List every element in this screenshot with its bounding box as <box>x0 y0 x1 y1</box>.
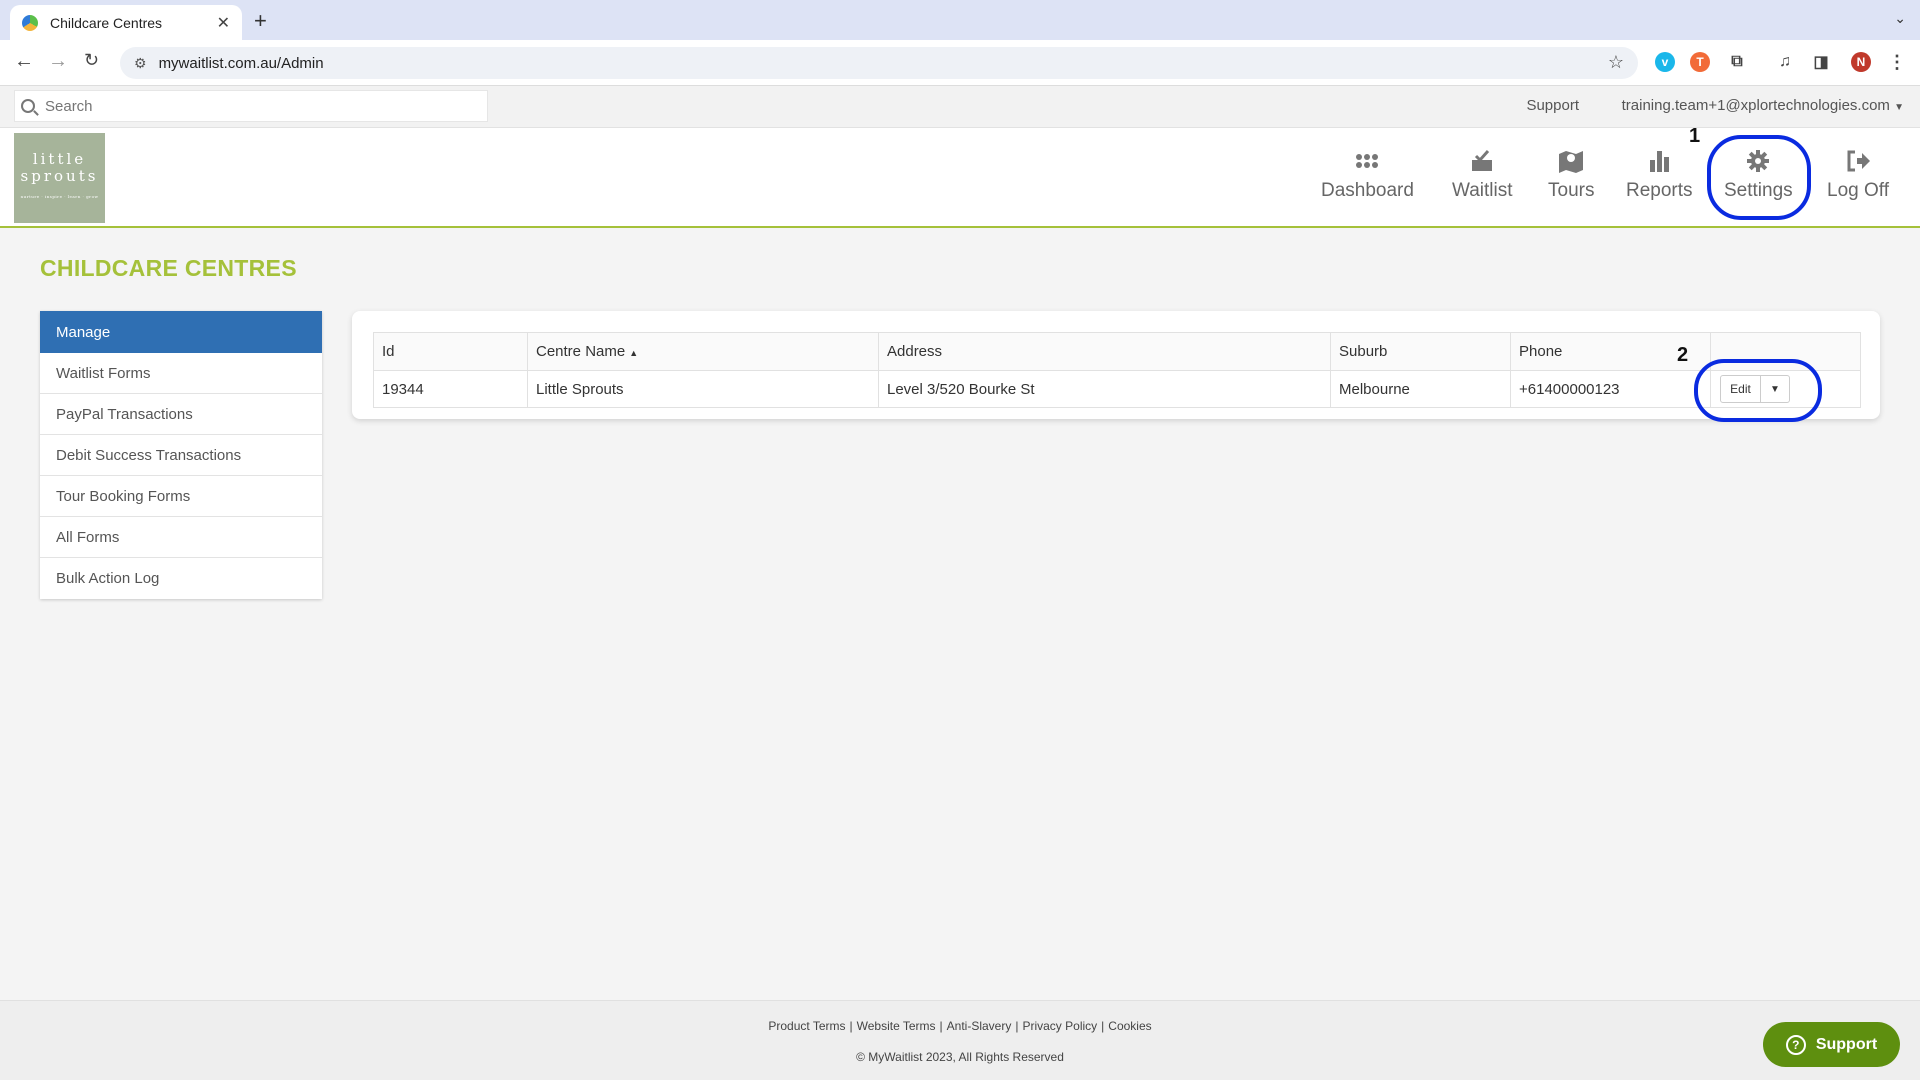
footer-separator: | <box>1101 1019 1105 1033</box>
support-link[interactable]: Support <box>1526 97 1579 114</box>
nav-label: Tours <box>1548 180 1595 201</box>
sidebar-item-debit-success-transactions[interactable]: Debit Success Transactions <box>40 435 322 476</box>
nav-log-off[interactable]: Log Off <box>1827 148 1889 202</box>
header-label: Suburb <box>1339 343 1388 360</box>
side-panel-icon[interactable]: ◨ <box>1811 52 1831 72</box>
app-top-strip: Support training.team+1@xplortechnologie… <box>0 86 1920 128</box>
site-settings-icon[interactable]: ⚙ <box>134 55 147 72</box>
extension-icon[interactable]: T <box>1690 52 1710 72</box>
search-icon <box>21 99 35 113</box>
footer-link-privacy-policy[interactable]: Privacy Policy <box>1022 1019 1097 1033</box>
annotation-number-2: 2 <box>1677 344 1689 366</box>
grid-icon <box>1356 154 1379 168</box>
sidebar-item-paypal-transactions[interactable]: PayPal Transactions <box>40 394 322 435</box>
sidebar-item-bulk-action-log[interactable]: Bulk Action Log <box>40 558 322 599</box>
footer-separator: | <box>1015 1019 1019 1033</box>
table-header-row: Id Centre Name ▲ Address Suburb Phone <box>373 332 1861 371</box>
logo[interactable]: little sprouts nurture · inspire · learn… <box>14 133 105 223</box>
logo-line-1: little <box>32 150 87 168</box>
address-bar[interactable]: ⚙ mywaitlist.com.au/Admin ☆ <box>120 47 1638 79</box>
sidebar-item-tour-booking-forms[interactable]: Tour Booking Forms <box>40 476 322 517</box>
nav-label: Waitlist <box>1452 180 1513 201</box>
support-fab-label: Support <box>1815 1035 1878 1053</box>
page-title: CHILDCARE CENTRES <box>40 255 297 281</box>
tab-title: Childcare Centres <box>50 14 163 31</box>
footer-separator: | <box>939 1019 943 1033</box>
close-tab-icon[interactable]: ✕ <box>217 13 230 33</box>
sort-ascending-icon: ▲ <box>629 348 639 358</box>
nav-label: Log Off <box>1827 180 1889 201</box>
logout-icon <box>1847 150 1870 172</box>
vimeo-extension-icon[interactable]: v <box>1655 52 1675 72</box>
search-input[interactable] <box>45 97 465 115</box>
table-row: 19344 Little Sprouts Level 3/520 Bourke … <box>373 370 1861 408</box>
footer-link-product-terms[interactable]: Product Terms <box>768 1019 845 1033</box>
nav-label: Reports <box>1626 180 1693 201</box>
user-email: training.team+1@xplortechnologies.com <box>1621 97 1890 114</box>
browser-toolbar: ← → ↻ ⚙ mywaitlist.com.au/Admin ☆ v T ⧉ … <box>0 40 1920 86</box>
logo-line-2: sprouts <box>20 167 99 185</box>
sidebar-item-waitlist-forms[interactable]: Waitlist Forms <box>40 353 322 394</box>
new-tab-icon[interactable]: + <box>254 8 267 34</box>
nav-reports[interactable]: Reports <box>1626 148 1693 202</box>
footer: Product Terms | Website Terms | Anti-Slavery… <box>0 1000 1920 1080</box>
header-label: Phone <box>1519 343 1563 360</box>
annotation-number-1: 1 <box>1689 125 1701 147</box>
annotation-ring-settings <box>1707 135 1811 220</box>
url-text: mywaitlist.com.au/Admin <box>158 54 324 72</box>
cell-address: Level 3/520 Bourke St <box>878 370 1331 408</box>
bookmark-star-icon[interactable]: ☆ <box>1608 52 1624 73</box>
cell-id: 19344 <box>373 370 528 408</box>
footer-link-cookies[interactable]: Cookies <box>1108 1019 1151 1033</box>
back-icon[interactable]: ← <box>14 50 34 73</box>
help-question-icon: ? <box>1785 1034 1806 1055</box>
nav-waitlist[interactable]: Waitlist <box>1452 148 1513 202</box>
reload-icon[interactable]: ↻ <box>84 50 99 71</box>
nav-dashboard[interactable]: Dashboard <box>1321 148 1414 202</box>
column-header-address[interactable]: Address <box>878 332 1331 371</box>
cell-suburb: Melbourne <box>1330 370 1511 408</box>
column-header-centre-name[interactable]: Centre Name ▲ <box>527 332 879 371</box>
map-pin-icon <box>1559 151 1584 173</box>
user-menu[interactable]: training.team+1@xplortechnologies.com ▼ <box>1622 97 1904 114</box>
inbox-check-icon <box>1472 150 1493 171</box>
forward-icon[interactable]: → <box>48 50 68 73</box>
footer-links: Product Terms | Website Terms | Anti-Slavery… <box>0 1019 1920 1033</box>
centres-card: Id Centre Name ▲ Address Suburb Phone 193… <box>352 311 1880 419</box>
logo-tagline: nurture · inspire · learn · grow <box>20 194 99 199</box>
browser-menu-icon[interactable]: ⋮ <box>1887 52 1907 72</box>
footer-link-website-terms[interactable]: Website Terms <box>857 1019 936 1033</box>
footer-separator: | <box>849 1019 853 1033</box>
media-control-icon[interactable]: ♫ <box>1775 52 1795 72</box>
sidebar: Manage Waitlist Forms PayPal Transaction… <box>40 311 322 599</box>
column-header-suburb[interactable]: Suburb <box>1330 332 1511 371</box>
sidebar-item-manage[interactable]: Manage <box>40 311 322 353</box>
cell-centre-name: Little Sprouts <box>527 370 879 408</box>
app-header: little sprouts nurture · inspire · learn… <box>0 125 1920 228</box>
sidebar-item-all-forms[interactable]: All Forms <box>40 517 322 558</box>
extensions-puzzle-icon[interactable]: ⧉ <box>1727 52 1747 72</box>
centres-table: Id Centre Name ▲ Address Suburb Phone 193… <box>373 332 1861 408</box>
caret-down-icon: ▼ <box>1894 102 1904 113</box>
copyright: © MyWaitlist 2023, All Rights Reserved <box>856 1050 1064 1064</box>
nav-tours[interactable]: Tours <box>1548 148 1594 202</box>
header-label: Address <box>887 343 943 360</box>
header-label: Centre Name <box>536 343 626 360</box>
site-favicon-icon <box>22 14 38 31</box>
column-header-id[interactable]: Id <box>373 332 528 371</box>
tab-list-chevron-icon[interactable]: ⌄ <box>1894 10 1906 27</box>
nav-label: Dashboard <box>1321 180 1414 201</box>
cell-phone: +61400000123 <box>1510 370 1711 408</box>
profile-avatar[interactable]: N <box>1851 52 1871 72</box>
header-label: Id <box>382 343 395 360</box>
bar-chart-icon <box>1650 151 1670 172</box>
annotation-ring-edit <box>1694 359 1822 422</box>
support-fab-button[interactable]: ? Support <box>1763 1022 1900 1067</box>
search-field[interactable] <box>14 90 488 122</box>
browser-tab-bar: Childcare Centres ✕ + ⌄ <box>0 0 1920 40</box>
footer-link-anti-slavery[interactable]: Anti-Slavery <box>947 1019 1012 1033</box>
browser-tab[interactable]: Childcare Centres ✕ <box>10 5 242 40</box>
